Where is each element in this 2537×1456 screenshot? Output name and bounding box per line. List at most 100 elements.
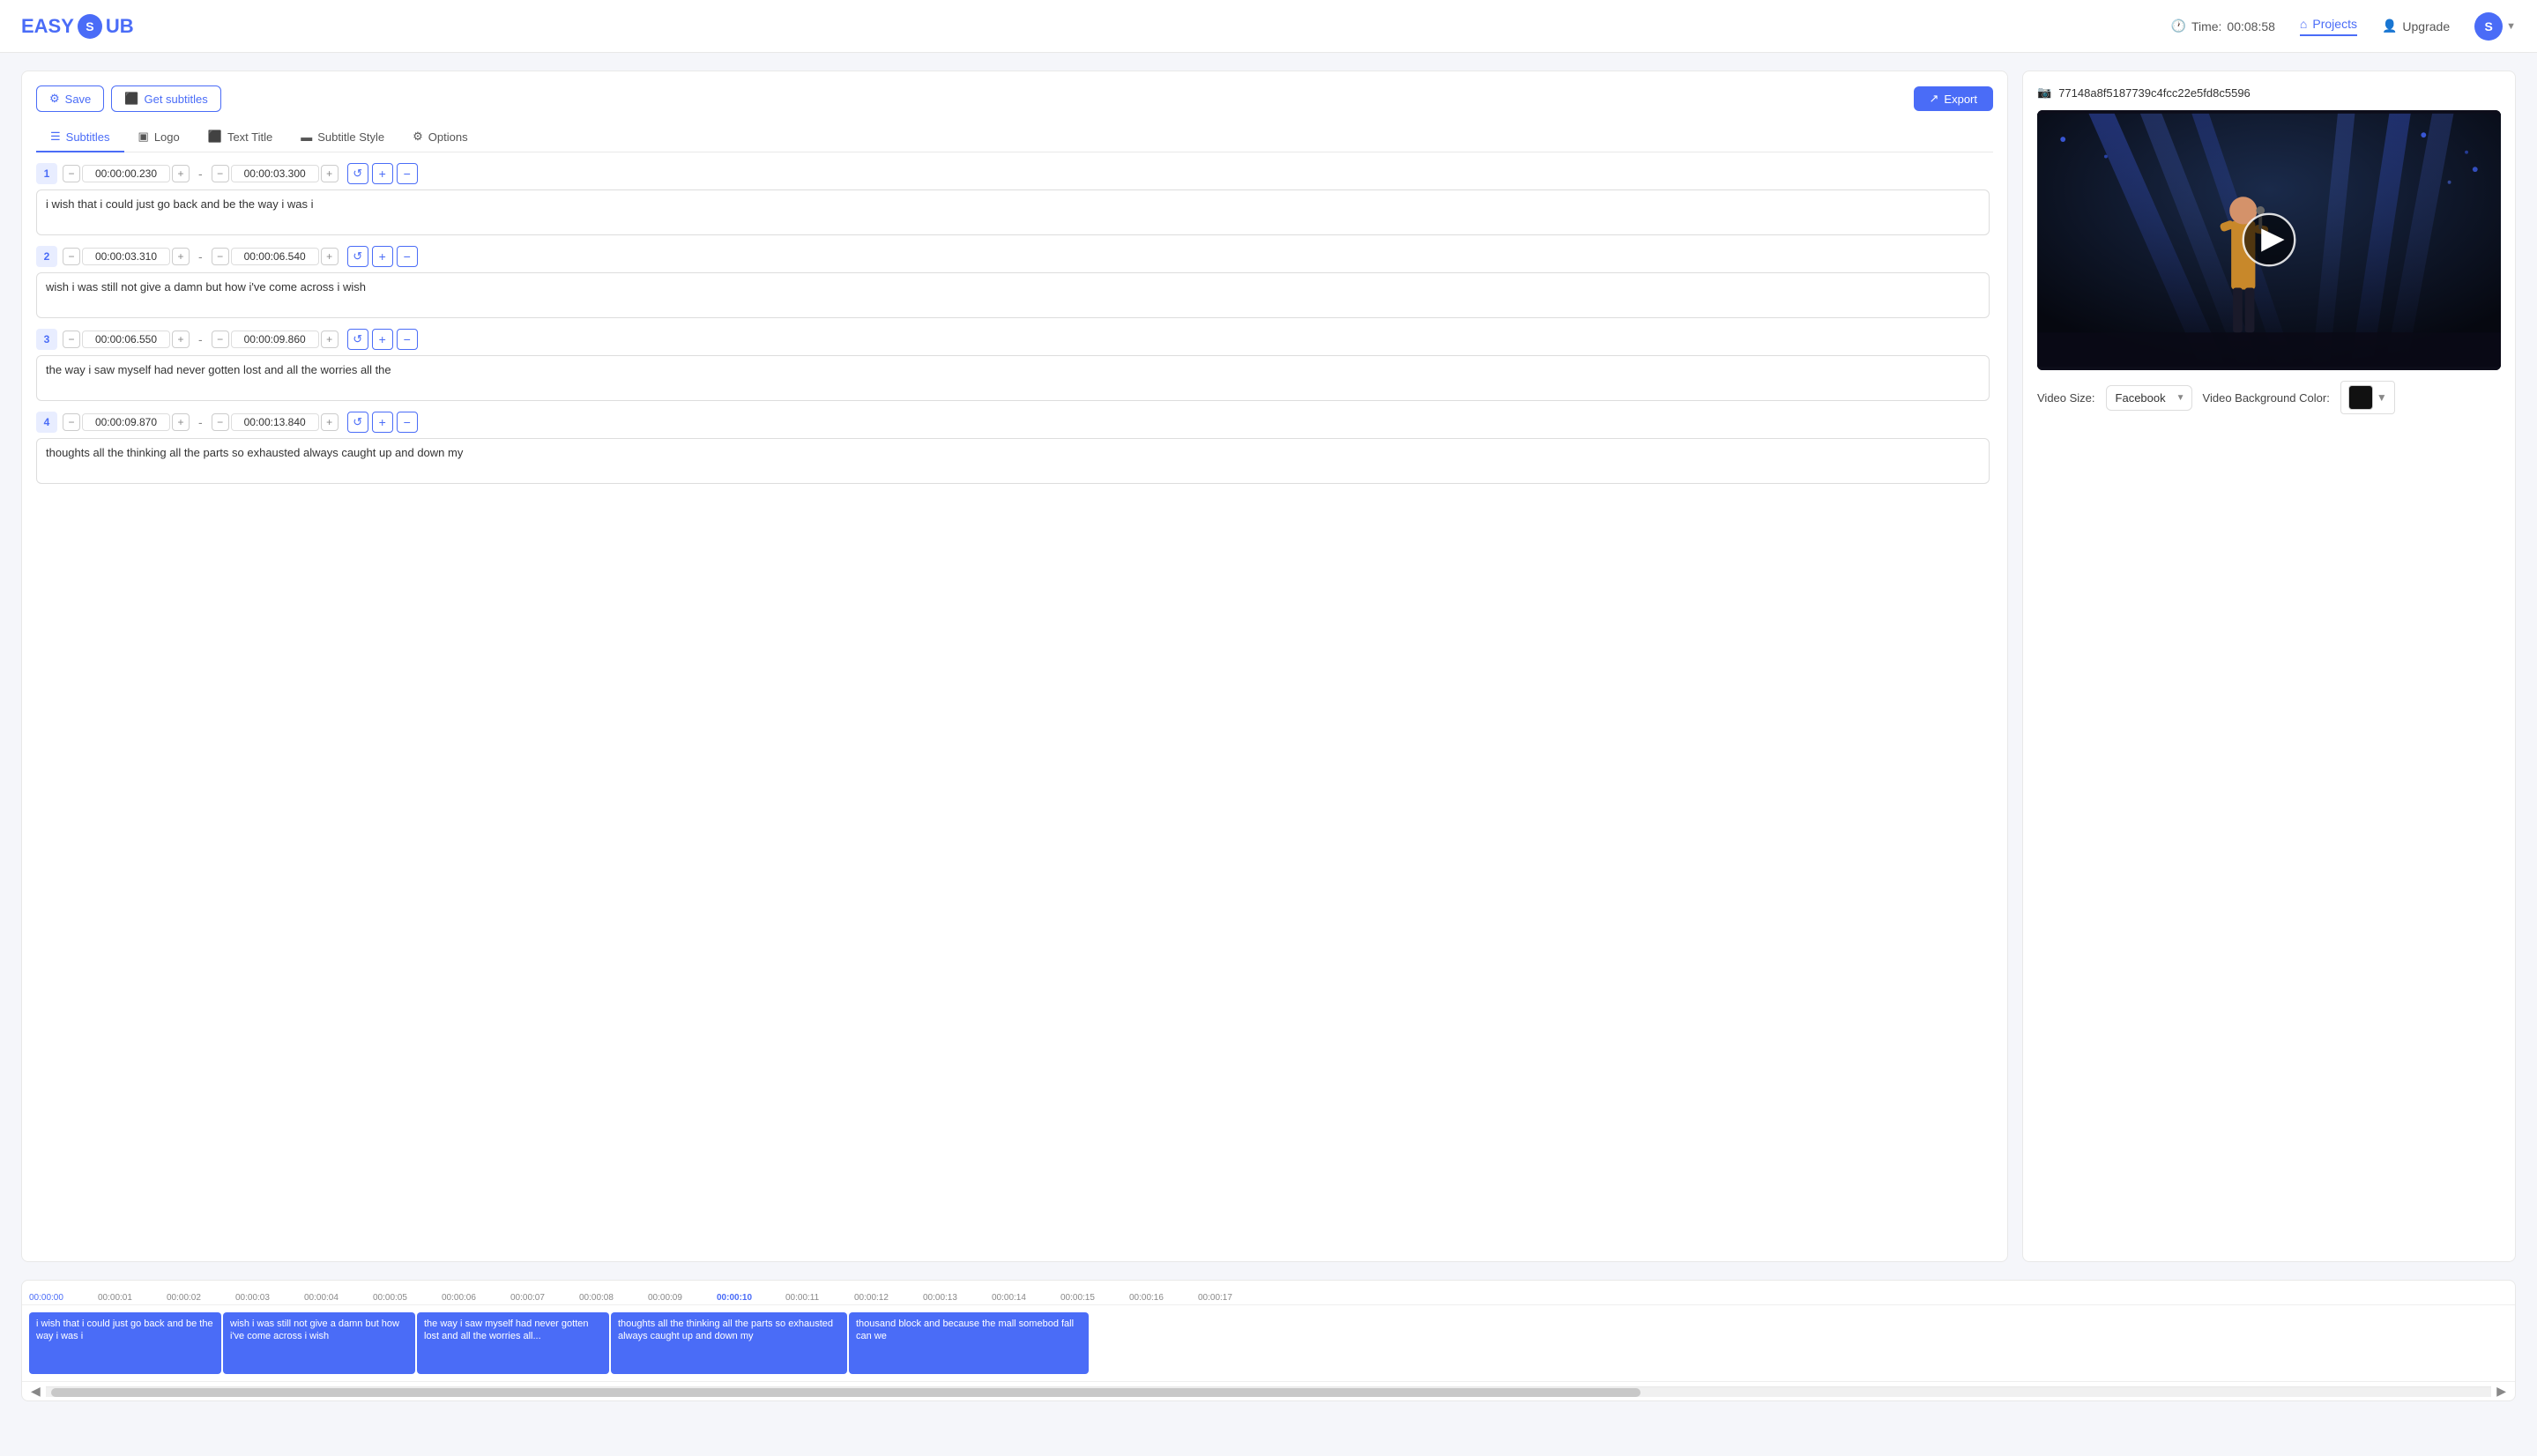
avatar-wrapper[interactable]: S ▼	[2474, 12, 2516, 41]
ruler-mark-10: 00:00:10	[717, 1293, 785, 1303]
ruler-mark-1: 00:00:01	[98, 1293, 167, 1303]
timeline-track-3[interactable]: thoughts all the thinking all the parts …	[611, 1312, 847, 1374]
projects-nav[interactable]: ⌂ Projects	[2300, 17, 2357, 36]
tab-text-title[interactable]: ⬛ Text Title	[194, 123, 286, 152]
time-minus-end-1[interactable]: −	[212, 165, 229, 182]
stage-svg	[2037, 110, 2501, 370]
subtitle-style-tab-icon: ▬	[301, 130, 312, 144]
tab-options[interactable]: ⚙ Options	[398, 123, 481, 152]
color-chevron: ▼	[2377, 391, 2387, 404]
logo-tab-icon: ▣	[138, 130, 149, 144]
time-control-start-2: − +	[63, 248, 190, 265]
time-control-start-1: − +	[63, 165, 190, 182]
time-minus-end-4[interactable]: −	[212, 413, 229, 431]
ruler-mark-12: 00:00:12	[854, 1293, 923, 1303]
stage-view	[2037, 110, 2501, 370]
add-btn-2[interactable]: +	[372, 246, 393, 267]
timeline-track-1[interactable]: wish i was still not give a damn but how…	[223, 1312, 415, 1374]
time-start-1[interactable]	[82, 165, 170, 182]
tab-subtitle-style[interactable]: ▬ Subtitle Style	[286, 123, 398, 152]
time-minus-start-3[interactable]: −	[63, 331, 80, 348]
time-control-end-1: − +	[212, 165, 339, 182]
ruler-mark-6: 00:00:06	[442, 1293, 510, 1303]
save-button[interactable]: ⚙ Save	[36, 85, 104, 112]
time-end-3[interactable]	[231, 331, 319, 348]
subtitle-num-3: 3	[36, 329, 57, 350]
refresh-btn-4[interactable]: ↺	[347, 412, 368, 433]
subtitle-list: 1 − + - − + ↺ + −	[36, 163, 1993, 516]
time-plus-start-2[interactable]: +	[172, 248, 190, 265]
remove-btn-2[interactable]: −	[397, 246, 418, 267]
time-plus-end-2[interactable]: +	[321, 248, 339, 265]
refresh-btn-1[interactable]: ↺	[347, 163, 368, 184]
time-end-4[interactable]	[231, 413, 319, 431]
refresh-btn-2[interactable]: ↺	[347, 246, 368, 267]
ruler-mark-15: 00:00:15	[1060, 1293, 1129, 1303]
refresh-btn-3[interactable]: ↺	[347, 329, 368, 350]
time-plus-start-1[interactable]: +	[172, 165, 190, 182]
time-start-2[interactable]	[82, 248, 170, 265]
time-label: Time:	[2191, 19, 2221, 33]
time-control-start-3: − +	[63, 331, 190, 348]
remove-btn-1[interactable]: −	[397, 163, 418, 184]
time-minus-end-2[interactable]: −	[212, 248, 229, 265]
dash-3: -	[195, 332, 206, 346]
video-size-select[interactable]: Facebook YouTube Instagram	[2106, 385, 2192, 411]
time-plus-start-4[interactable]: +	[172, 413, 190, 431]
user-icon: 👤	[2382, 19, 2397, 33]
toolbar: ⚙ Save ⬛ Get subtitles ↗ Export	[36, 85, 1993, 112]
action-btns-2: ↺ + −	[347, 246, 418, 267]
upgrade-nav[interactable]: 👤 Upgrade	[2382, 19, 2450, 33]
add-btn-4[interactable]: +	[372, 412, 393, 433]
timeline-scrollbar[interactable]	[46, 1386, 2491, 1397]
subtitle-text-3[interactable]: the way i saw myself had never gotten lo…	[36, 355, 1990, 401]
time-plus-start-3[interactable]: +	[172, 331, 190, 348]
timeline-tracks-area: i wish that i could just go back and be …	[22, 1305, 2515, 1381]
add-btn-1[interactable]: +	[372, 163, 393, 184]
time-end-1[interactable]	[231, 165, 319, 182]
right-panel: 📷 77148a8f5187739c4fcc22e5fd8c5596	[2022, 71, 2516, 1262]
add-btn-3[interactable]: +	[372, 329, 393, 350]
ruler-mark-11: 00:00:11	[785, 1293, 854, 1303]
time-plus-end-3[interactable]: +	[321, 331, 339, 348]
scroll-right-button[interactable]: ▶	[2491, 1382, 2511, 1400]
logo: EASY S UB	[21, 14, 134, 39]
timeline-scrollbar-area: ◀ ▶	[22, 1381, 2515, 1400]
remove-btn-3[interactable]: −	[397, 329, 418, 350]
timeline-ruler: 00:00:00 00:00:01 00:00:02 00:00:03 00:0…	[22, 1291, 2515, 1305]
video-thumbnail	[2037, 110, 2501, 370]
subtitle-text-1[interactable]: i wish that i could just go back and be …	[36, 189, 1990, 235]
subtitle-item-1: 1 − + - − + ↺ + −	[36, 163, 1990, 235]
timeline-track-4[interactable]: thousand block and because the mall some…	[849, 1312, 1089, 1374]
subtitle-item-4: 4 − + - − + ↺ + −	[36, 412, 1990, 484]
time-start-4[interactable]	[82, 413, 170, 431]
save-label: Save	[65, 93, 92, 106]
avatar[interactable]: S	[2474, 12, 2503, 41]
video-bg-color-picker[interactable]: ▼	[2340, 381, 2395, 414]
time-minus-start-4[interactable]: −	[63, 413, 80, 431]
save-icon: ⚙	[49, 92, 60, 106]
subtitle-text-2[interactable]: wish i was still not give a damn but how…	[36, 272, 1990, 318]
tab-subtitles[interactable]: ☰ Subtitles	[36, 123, 124, 152]
subtitle-item-3: 3 − + - − + ↺ + −	[36, 329, 1990, 401]
time-minus-start-2[interactable]: −	[63, 248, 80, 265]
scroll-left-button[interactable]: ◀	[26, 1382, 46, 1400]
time-minus-start-1[interactable]: −	[63, 165, 80, 182]
export-button[interactable]: ↗ Export	[1914, 86, 1993, 111]
get-subtitles-button[interactable]: ⬛ Get subtitles	[111, 85, 220, 112]
timeline-track-2[interactable]: the way i saw myself had never gotten lo…	[417, 1312, 609, 1374]
remove-btn-4[interactable]: −	[397, 412, 418, 433]
time-plus-end-1[interactable]: +	[321, 165, 339, 182]
subtitle-header-1: 1 − + - − + ↺ + −	[36, 163, 1990, 184]
options-tab-icon: ⚙	[413, 130, 423, 144]
toolbar-left: ⚙ Save ⬛ Get subtitles	[36, 85, 221, 112]
tab-logo[interactable]: ▣ Logo	[124, 123, 194, 152]
time-minus-end-3[interactable]: −	[212, 331, 229, 348]
time-plus-end-4[interactable]: +	[321, 413, 339, 431]
time-start-3[interactable]	[82, 331, 170, 348]
home-icon: ⌂	[2300, 17, 2307, 31]
ruler-mark-7: 00:00:07	[510, 1293, 579, 1303]
timeline-track-0[interactable]: i wish that i could just go back and be …	[29, 1312, 221, 1374]
subtitle-text-4[interactable]: thoughts all the thinking all the parts …	[36, 438, 1990, 484]
time-end-2[interactable]	[231, 248, 319, 265]
